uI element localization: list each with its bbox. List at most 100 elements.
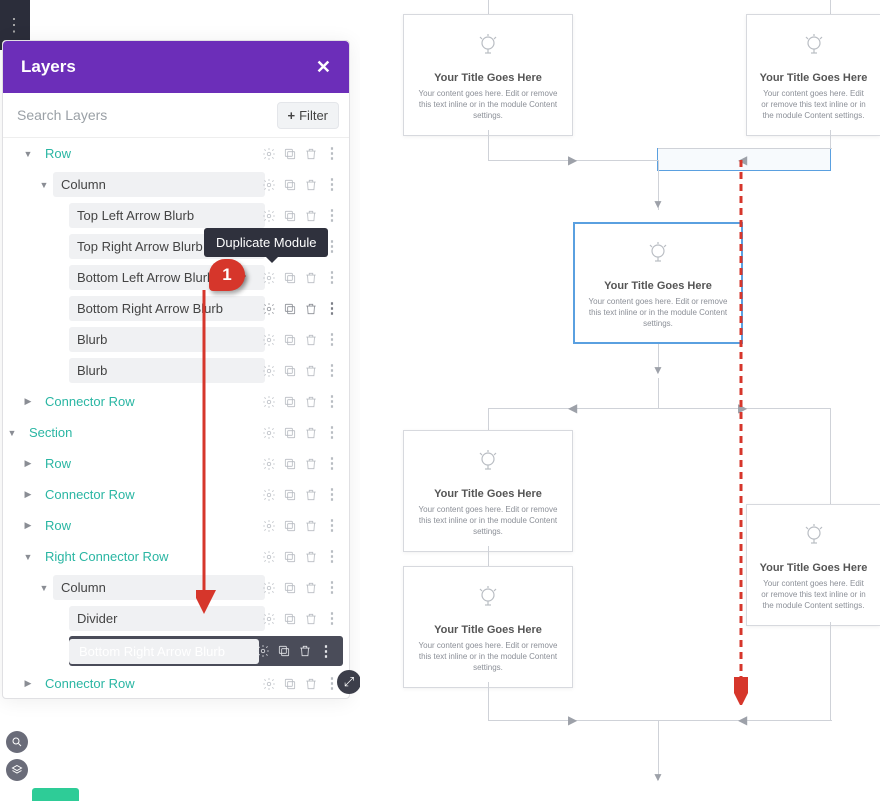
panel-resize-handle[interactable]: ⤢ [337, 670, 361, 694]
caret-icon[interactable]: ▶ [23, 458, 33, 469]
gear-icon[interactable] [262, 364, 276, 378]
more-icon[interactable]: ⋮ [325, 178, 339, 192]
delete-icon[interactable] [304, 426, 318, 440]
more-icon[interactable]: ⋮ [325, 519, 339, 533]
layer-row[interactable]: ▼Column⋮ [3, 169, 349, 200]
more-icon[interactable]: ⋮ [325, 209, 339, 223]
gear-icon[interactable] [262, 147, 276, 161]
gear-icon[interactable] [262, 519, 276, 533]
filter-button[interactable]: + Filter [277, 102, 339, 129]
delete-icon[interactable] [304, 302, 318, 316]
duplicate-icon[interactable] [283, 426, 297, 440]
delete-icon[interactable] [304, 519, 318, 533]
duplicate-icon[interactable] [283, 677, 297, 691]
layer-row[interactable]: Divider⋮ [3, 603, 349, 634]
caret-icon[interactable]: ▼ [39, 583, 49, 593]
gear-icon[interactable] [262, 209, 276, 223]
search-input[interactable] [13, 101, 269, 129]
duplicate-icon[interactable] [283, 519, 297, 533]
delete-icon[interactable] [304, 612, 318, 626]
gear-icon[interactable] [262, 488, 276, 502]
layer-row[interactable]: ▶Row⋮ [3, 448, 349, 479]
caret-icon[interactable]: ▼ [7, 428, 17, 438]
layer-row[interactable]: ▶Connector Row⋮ [3, 386, 349, 417]
duplicate-icon[interactable] [283, 581, 297, 595]
delete-icon[interactable] [304, 581, 318, 595]
gear-icon[interactable] [262, 271, 276, 285]
more-icon[interactable]: ⋮ [325, 581, 339, 595]
more-icon[interactable]: ⋮ [325, 333, 339, 347]
duplicate-icon[interactable] [283, 550, 297, 564]
layer-row[interactable]: ▶Connector Row⋮ [3, 479, 349, 510]
gear-icon[interactable] [262, 550, 276, 564]
duplicate-icon[interactable] [277, 644, 291, 658]
duplicate-icon[interactable] [283, 612, 297, 626]
layer-row[interactable]: Bottom Right Arrow Blurb⋮ [3, 293, 349, 324]
gear-icon[interactable] [262, 302, 276, 316]
delete-icon[interactable] [304, 550, 318, 564]
more-icon[interactable]: ⋮ [325, 147, 339, 161]
layer-row[interactable]: Blurb⋮ [3, 324, 349, 355]
caret-icon[interactable]: ▼ [39, 180, 49, 190]
duplicate-icon[interactable] [283, 333, 297, 347]
gear-icon[interactable] [262, 178, 276, 192]
more-icon[interactable]: ⋮ [325, 302, 339, 316]
duplicate-icon[interactable] [283, 302, 297, 316]
more-icon[interactable]: ⋮ [325, 457, 339, 471]
layer-row[interactable]: ▶Connector Row⋮ [3, 668, 349, 698]
more-icon[interactable]: ⋮ [325, 395, 339, 409]
more-icon[interactable]: ⋮ [325, 364, 339, 378]
delete-icon[interactable] [304, 333, 318, 347]
blurb-card[interactable]: Your Title Goes Here Your content goes h… [746, 504, 880, 626]
layer-row[interactable]: ▼Row⋮ [3, 138, 349, 169]
layer-row[interactable]: ▼Section⋮ [3, 417, 349, 448]
duplicate-icon[interactable] [283, 178, 297, 192]
delete-icon[interactable] [304, 178, 318, 192]
zoom-fab[interactable] [6, 731, 28, 753]
delete-icon[interactable] [304, 457, 318, 471]
builder-canvas[interactable]: Your Title Goes Here Your content goes h… [360, 0, 880, 801]
duplicate-icon[interactable] [283, 209, 297, 223]
delete-icon[interactable] [304, 147, 318, 161]
gear-icon[interactable] [262, 612, 276, 626]
duplicate-icon[interactable] [283, 395, 297, 409]
caret-icon[interactable]: ▶ [23, 520, 33, 531]
gear-icon[interactable] [262, 581, 276, 595]
more-icon[interactable]: ⋮ [325, 612, 339, 626]
layer-row[interactable]: Blurb⋮ [3, 355, 349, 386]
duplicate-icon[interactable] [283, 147, 297, 161]
more-icon[interactable]: ⋮ [325, 426, 339, 440]
gear-icon[interactable] [256, 644, 270, 658]
delete-icon[interactable] [304, 364, 318, 378]
layer-row[interactable]: ▼Right Connector Row⋮ [3, 541, 349, 572]
layer-row[interactable]: Top Left Arrow Blurb⋮ [3, 200, 349, 231]
duplicate-icon[interactable] [283, 457, 297, 471]
gear-icon[interactable] [262, 395, 276, 409]
caret-icon[interactable]: ▼ [23, 552, 33, 562]
layer-row[interactable]: Bottom Left Arrow Blurb⋮ [3, 262, 349, 293]
more-icon[interactable]: ⋮ [325, 488, 339, 502]
gear-icon[interactable] [262, 333, 276, 347]
duplicate-icon[interactable] [283, 488, 297, 502]
blurb-card-selected[interactable]: Your Title Goes Here Your content goes h… [573, 222, 743, 344]
more-icon[interactable]: ⋮ [325, 271, 339, 285]
duplicate-icon[interactable] [283, 271, 297, 285]
delete-icon[interactable] [304, 209, 318, 223]
blurb-card[interactable]: Your Title Goes Here Your content goes h… [403, 14, 573, 136]
gear-icon[interactable] [262, 677, 276, 691]
gear-icon[interactable] [262, 457, 276, 471]
delete-icon[interactable] [304, 395, 318, 409]
duplicate-icon[interactable] [283, 364, 297, 378]
blurb-card[interactable]: Your Title Goes Here Your content goes h… [746, 14, 880, 136]
bottom-action-button[interactable] [32, 788, 79, 801]
layer-row[interactable]: ▶Row⋮ [3, 510, 349, 541]
delete-icon[interactable] [298, 644, 312, 658]
layer-row[interactable]: ▼Column⋮ [3, 572, 349, 603]
more-icon[interactable]: ⋮ [319, 644, 333, 658]
caret-icon[interactable]: ▼ [23, 149, 33, 159]
caret-icon[interactable]: ▶ [23, 678, 33, 689]
layer-row[interactable]: Bottom Right Arrow Blurb⋮ [69, 636, 343, 666]
close-icon[interactable]: ✕ [316, 57, 331, 78]
layers-fab[interactable] [6, 759, 28, 781]
blurb-card[interactable]: Your Title Goes Here Your content goes h… [403, 430, 573, 552]
